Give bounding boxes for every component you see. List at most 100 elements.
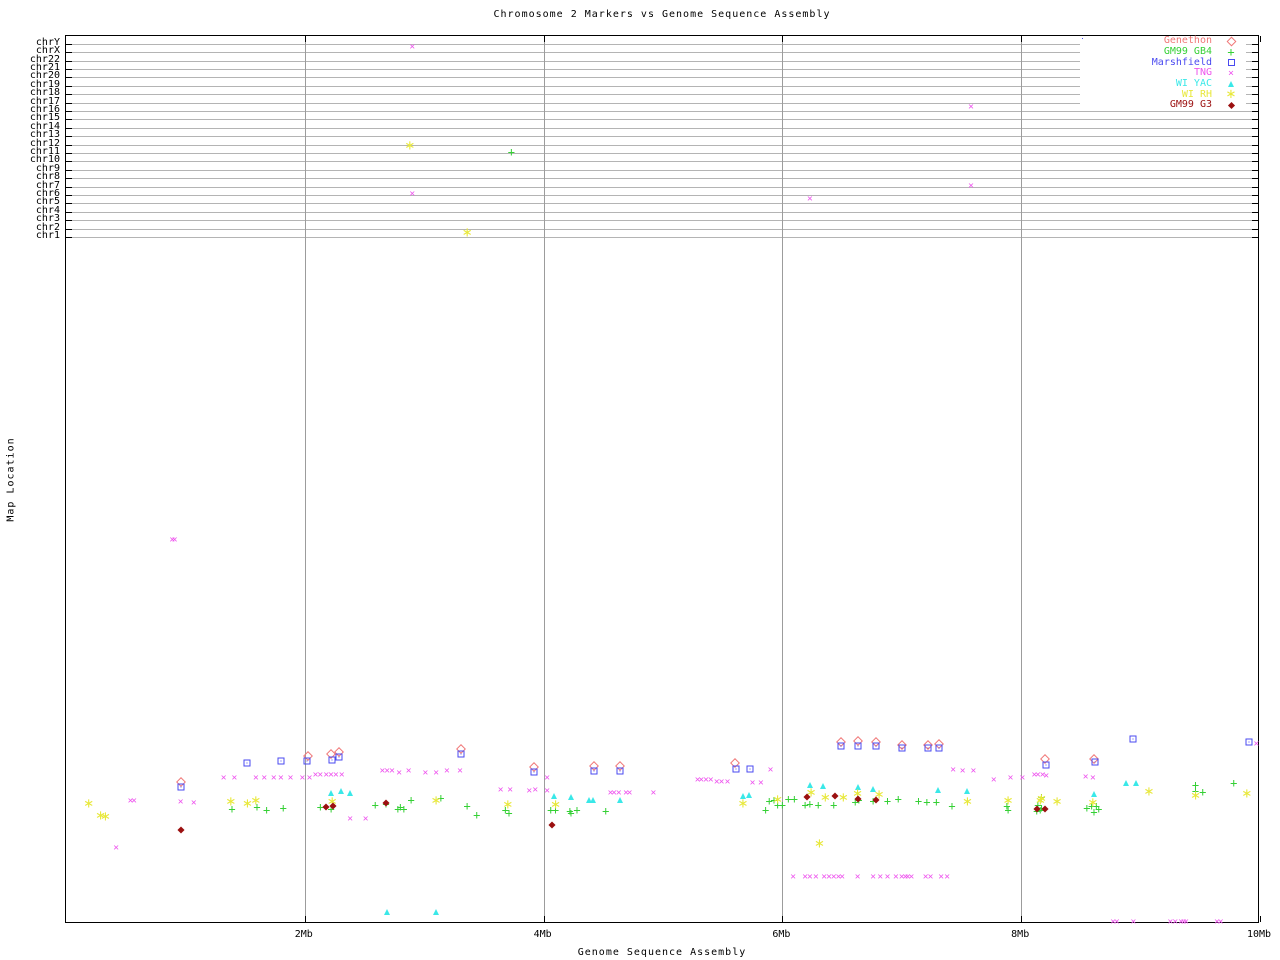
x-tick <box>782 916 784 922</box>
gm99-gb4-marker: + <box>790 791 798 806</box>
wi-rh-marker: ∗ <box>250 793 262 809</box>
chromosome-gridline-chr8 <box>66 178 1258 180</box>
tng-marker: × <box>544 785 551 797</box>
x-tick <box>782 36 784 42</box>
tng-marker: × <box>1182 916 1189 928</box>
x-tick <box>1021 36 1023 42</box>
tng-marker: × <box>1089 772 1096 784</box>
y-tick <box>1252 220 1258 222</box>
tng-marker: × <box>231 772 238 784</box>
y-tick <box>66 43 72 45</box>
y-tick <box>1252 60 1258 62</box>
tng-marker: × <box>839 871 846 883</box>
tng-marker: × <box>927 871 934 883</box>
marshfield-marker <box>854 742 862 749</box>
tng-marker: × <box>950 764 957 776</box>
wi-rh-marker: ∗ <box>1036 791 1047 807</box>
marshfield-marker <box>1129 735 1137 743</box>
chromosome-gridline-chr1 <box>66 236 1258 238</box>
tng-marker: × <box>959 765 966 777</box>
wi-yac-marker <box>1132 779 1139 786</box>
x-gridline-2Mb <box>304 36 306 922</box>
y-tick <box>1252 102 1258 104</box>
tng-marker: × <box>388 765 395 777</box>
wi-yac-marker <box>1123 779 1130 786</box>
chromosome-gridline-chr12 <box>66 144 1258 146</box>
tng-marker: × <box>970 765 977 777</box>
marker: × <box>1227 67 1235 79</box>
wi-rh-marker: ∗ <box>1002 793 1014 809</box>
tng-marker: × <box>724 776 731 788</box>
gm99-gb4-marker: + <box>463 798 471 813</box>
wi-yac-marker <box>617 796 624 803</box>
y-tick <box>66 77 72 79</box>
gm99-gb4-marker: + <box>473 807 481 822</box>
chromosome-gridline-chr16 <box>66 110 1258 112</box>
x-tick <box>1260 916 1261 922</box>
gm99-gb4-marker: + <box>573 803 581 818</box>
wi-yac-marker <box>819 783 826 790</box>
legend-marker-genethon <box>1216 36 1246 47</box>
marshfield-marker <box>457 750 465 757</box>
x-gridline-6Mb <box>782 36 784 922</box>
tng-marker: × <box>1019 772 1026 784</box>
tng-marker: × <box>968 101 975 113</box>
tng-marker: × <box>990 774 997 786</box>
y-tick <box>66 60 72 62</box>
chromosome-gridline-chr6 <box>66 194 1258 196</box>
wi-rh-marker: ∗ <box>1190 788 1201 804</box>
wi-rh-marker: ∗ <box>819 790 831 806</box>
tng-marker: × <box>270 772 277 784</box>
chromosome-gridline-chr4 <box>66 211 1258 213</box>
legend-marker-gm99-g3 <box>1216 101 1246 110</box>
wi-rh-marker: ∗ <box>430 793 442 809</box>
y-tick <box>1252 186 1258 188</box>
wi-rh-marker: ∗ <box>502 797 514 813</box>
tng-marker: × <box>870 871 877 883</box>
x-tick-label-2Mb: 2Mb <box>294 929 313 940</box>
legend-marker-marshfield <box>1216 59 1246 67</box>
tng-marker: × <box>409 41 416 53</box>
tng-marker: × <box>252 772 259 784</box>
y-tick <box>66 119 72 121</box>
y-tick <box>66 102 72 104</box>
chromosome-gridline-chr13 <box>66 136 1258 138</box>
tng-marker: × <box>749 777 756 789</box>
legend-marker-wi-yac <box>1216 81 1246 88</box>
gm99-gb4-marker: + <box>262 803 271 818</box>
marshfield-marker <box>898 744 906 752</box>
wi-rh-marker: ∗ <box>99 809 111 825</box>
marshfield-marker <box>1091 758 1099 766</box>
chromosome-gridline-chr9 <box>66 169 1258 171</box>
wi-yac-marker <box>934 786 941 793</box>
y-tick <box>66 161 72 163</box>
y-tick <box>66 144 72 146</box>
y-tick <box>66 52 72 54</box>
legend-marker-wi-rh: ∗ <box>1216 87 1246 102</box>
legend-label: Marshfield <box>1151 56 1212 68</box>
gm99-gb4-marker: + <box>400 801 408 816</box>
y-tick <box>1252 152 1258 154</box>
y-tick <box>66 236 72 238</box>
wi-rh-marker: ∗ <box>962 794 973 810</box>
gm99-gb4-marker: + <box>914 793 923 808</box>
wi-rh-marker: ∗ <box>737 796 749 812</box>
y-tick <box>1252 169 1258 171</box>
tng-marker: × <box>497 784 504 796</box>
y-tick <box>66 169 72 171</box>
marshfield-marker <box>732 765 740 773</box>
tng-marker: × <box>1113 916 1120 928</box>
tng-marker: × <box>131 795 138 807</box>
y-tick <box>66 68 72 70</box>
legend-label: GM99 G3 <box>1169 99 1212 111</box>
gm99-gb4-marker: + <box>830 798 838 812</box>
tng-marker: × <box>854 871 861 883</box>
wi-rh-marker: ∗ <box>1051 794 1063 810</box>
y-tick <box>1252 68 1258 70</box>
y-tick <box>1252 211 1258 213</box>
tng-marker: × <box>113 842 120 854</box>
marshfield-marker <box>837 742 845 750</box>
wi-rh-marker: ∗ <box>1241 786 1253 802</box>
gm99-gb4-marker: + <box>371 798 379 812</box>
gnuplot-chart-page: { "chart_data": { "type": "scatter", "ti… <box>0 0 1280 960</box>
